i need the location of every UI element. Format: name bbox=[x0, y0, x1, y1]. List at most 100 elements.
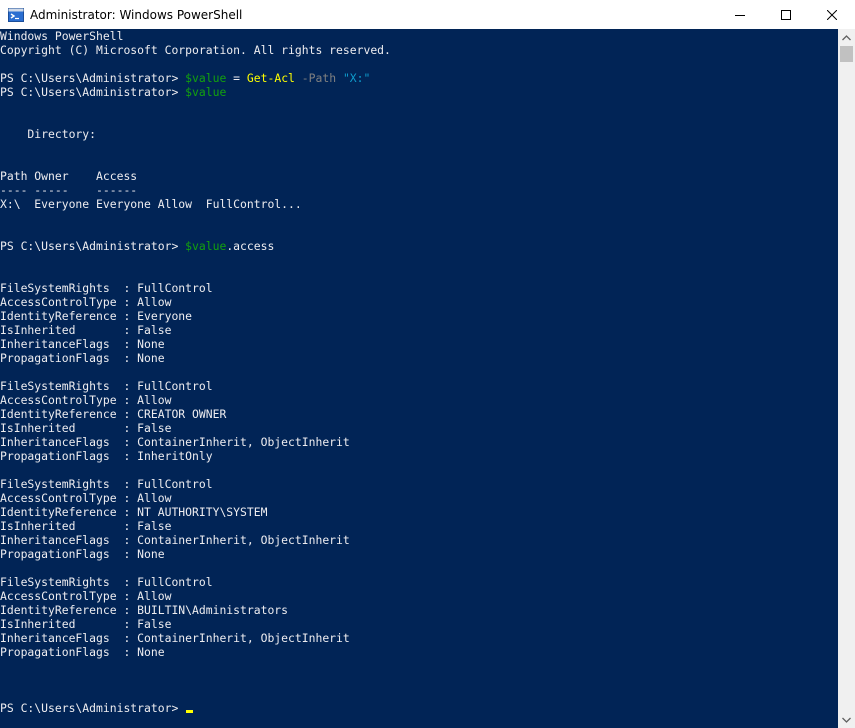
scrollbar-track[interactable] bbox=[838, 46, 855, 711]
scrollbar-thumb[interactable] bbox=[840, 46, 853, 62]
console-text: IsInherited : False bbox=[0, 421, 172, 435]
console-text: PS C:\Users\Administrator> bbox=[0, 239, 186, 253]
console-text: Path Owner Access bbox=[0, 169, 138, 183]
console-text: InheritanceFlags : None bbox=[0, 337, 165, 351]
powershell-icon bbox=[8, 7, 24, 23]
console-line: IdentityReference : Everyone bbox=[0, 309, 838, 323]
console-text: PropagationFlags : None bbox=[0, 645, 165, 659]
console-line: InheritanceFlags : None bbox=[0, 337, 838, 351]
console-text: IsInherited : False bbox=[0, 617, 172, 631]
console-line: Path Owner Access bbox=[0, 169, 838, 183]
console-line: InheritanceFlags : ContainerInherit, Obj… bbox=[0, 631, 838, 645]
console-text: Directory: bbox=[0, 127, 97, 141]
console-line: IdentityReference : BUILTIN\Administrato… bbox=[0, 603, 838, 617]
minimize-icon bbox=[735, 14, 745, 16]
console-text: IsInherited : False bbox=[0, 323, 172, 337]
console-line: PS C:\Users\Administrator> $value.access bbox=[0, 239, 838, 253]
scroll-down-button[interactable] bbox=[838, 711, 855, 728]
vertical-scrollbar[interactable] bbox=[838, 29, 855, 728]
console-line: PropagationFlags : None bbox=[0, 645, 838, 659]
console-token-str: "X:" bbox=[342, 71, 371, 85]
console-text: PS C:\Users\Administrator> bbox=[0, 71, 186, 85]
console-line: AccessControlType : Allow bbox=[0, 295, 838, 309]
scroll-down-arrow-icon bbox=[842, 717, 851, 723]
maximize-button[interactable] bbox=[763, 0, 809, 29]
console-line: AccessControlType : Allow bbox=[0, 393, 838, 407]
console-token-kw: Get-Acl bbox=[246, 71, 295, 85]
console-line: FileSystemRights : FullControl bbox=[0, 379, 838, 393]
console-line: PropagationFlags : None bbox=[0, 547, 838, 561]
window-title: Administrator: Windows PowerShell bbox=[30, 7, 243, 22]
console-text: .access bbox=[226, 239, 275, 253]
console-line: IdentityReference : NT AUTHORITY\SYSTEM bbox=[0, 505, 838, 519]
console-line: X:\ Everyone Everyone Allow FullControl.… bbox=[0, 197, 838, 211]
console-line: IsInherited : False bbox=[0, 421, 838, 435]
close-button[interactable] bbox=[809, 0, 855, 29]
console-line: PS C:\Users\Administrator> bbox=[0, 701, 838, 715]
console-line: FileSystemRights : FullControl bbox=[0, 281, 838, 295]
scroll-up-button[interactable] bbox=[838, 29, 855, 46]
console-text: FileSystemRights : FullControl bbox=[0, 379, 213, 393]
console-text: IdentityReference : NT AUTHORITY\SYSTEM bbox=[0, 505, 268, 519]
title-bar[interactable]: Administrator: Windows PowerShell bbox=[0, 0, 855, 29]
console-line: AccessControlType : Allow bbox=[0, 589, 838, 603]
console-line: Copyright (C) Microsoft Corporation. All… bbox=[0, 43, 838, 57]
console-text: FileSystemRights : FullControl bbox=[0, 281, 213, 295]
console-text: IsInherited : False bbox=[0, 519, 172, 533]
console-line: PropagationFlags : InheritOnly bbox=[0, 449, 838, 463]
console-line: PropagationFlags : None bbox=[0, 351, 838, 365]
close-icon bbox=[827, 9, 837, 20]
console-token-var: $value bbox=[185, 85, 227, 99]
minimize-button[interactable] bbox=[717, 0, 763, 29]
console-text: InheritanceFlags : ContainerInherit, Obj… bbox=[0, 533, 350, 547]
console-text: Copyright (C) Microsoft Corporation. All… bbox=[0, 43, 391, 57]
console-text: IdentityReference : CREATOR OWNER bbox=[0, 407, 227, 421]
console-line: PS C:\Users\Administrator> $value bbox=[0, 85, 838, 99]
console-token-var: $value bbox=[185, 71, 227, 85]
console-text: AccessControlType : Allow bbox=[0, 295, 172, 309]
console-text: InheritanceFlags : ContainerInherit, Obj… bbox=[0, 631, 350, 645]
console-text: Windows PowerShell bbox=[0, 29, 124, 43]
console-token-param: -Path bbox=[301, 71, 337, 85]
console-line: IsInherited : False bbox=[0, 323, 838, 337]
console-text: PropagationFlags : InheritOnly bbox=[0, 449, 213, 463]
console-line: AccessControlType : Allow bbox=[0, 491, 838, 505]
console-text: FileSystemRights : FullControl bbox=[0, 575, 213, 589]
console-line: Directory: bbox=[0, 127, 838, 141]
console-text: ---- ----- ------ bbox=[0, 183, 138, 197]
console-text: = bbox=[226, 71, 247, 85]
console-text: AccessControlType : Allow bbox=[0, 393, 172, 407]
console-text: InheritanceFlags : ContainerInherit, Obj… bbox=[0, 435, 350, 449]
console-line: ---- ----- ------ bbox=[0, 183, 838, 197]
console-text: PS C:\Users\Administrator> bbox=[0, 701, 186, 715]
powershell-window: Administrator: Windows PowerShell Window… bbox=[0, 0, 855, 728]
console-line: IsInherited : False bbox=[0, 617, 838, 631]
scroll-up-arrow-icon bbox=[842, 34, 851, 40]
console-text: IdentityReference : BUILTIN\Administrato… bbox=[0, 603, 289, 617]
console-text: AccessControlType : Allow bbox=[0, 491, 172, 505]
console-text: PS C:\Users\Administrator> bbox=[0, 85, 186, 99]
console-line: IdentityReference : CREATOR OWNER bbox=[0, 407, 838, 421]
console-line: InheritanceFlags : ContainerInherit, Obj… bbox=[0, 533, 838, 547]
console-text: PropagationFlags : None bbox=[0, 351, 165, 365]
console-line: PS C:\Users\Administrator> $value = Get-… bbox=[0, 71, 838, 85]
console-token-var: $value bbox=[185, 239, 227, 253]
console-text: IdentityReference : Everyone bbox=[0, 309, 193, 323]
console-output[interactable]: Windows PowerShell Copyright (C) Microsof… bbox=[0, 29, 838, 728]
window-controls bbox=[717, 0, 855, 29]
console-line: Windows PowerShell bbox=[0, 29, 838, 43]
